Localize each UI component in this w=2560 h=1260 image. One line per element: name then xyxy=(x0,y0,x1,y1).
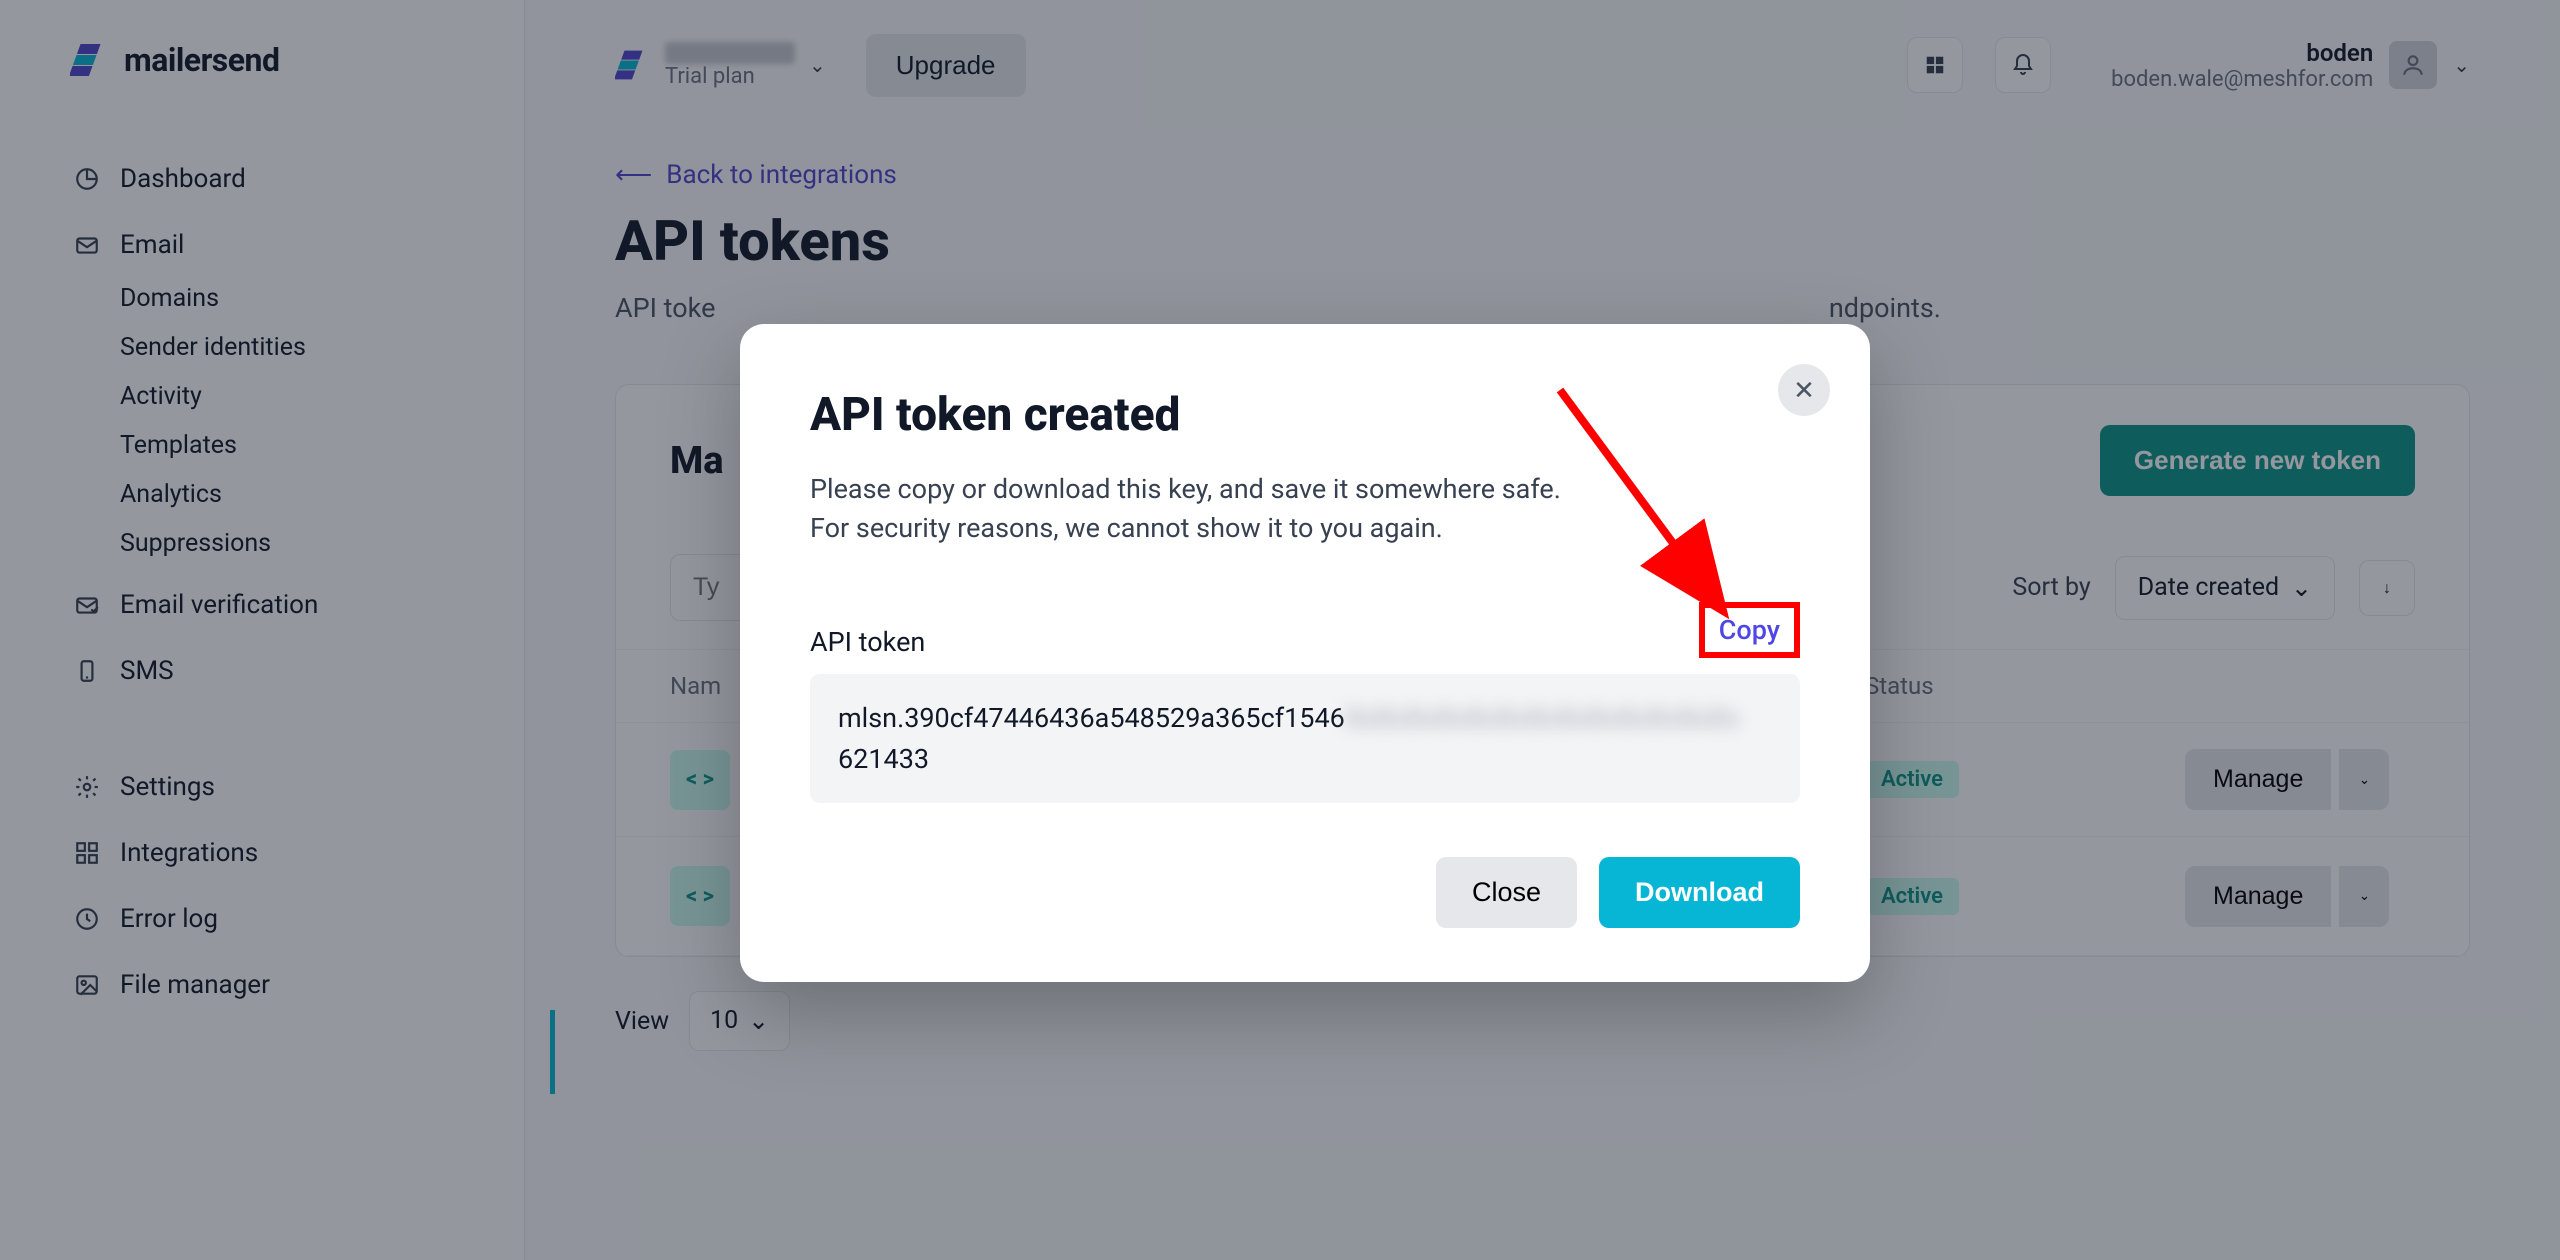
download-button[interactable]: Download xyxy=(1599,857,1800,928)
modal-description: Please copy or download this key, and sa… xyxy=(810,470,1590,548)
close-icon: ✕ xyxy=(1793,375,1815,406)
token-redacted: XxXxXxXxXxXxXxXxXxXxXxXxXx xyxy=(1345,698,1739,739)
copy-button[interactable]: Copy xyxy=(1699,602,1800,658)
token-created-modal: ✕ API token created Please copy or downl… xyxy=(740,324,1870,982)
modal-title: API token created xyxy=(810,388,1800,442)
close-button[interactable]: ✕ xyxy=(1778,364,1830,416)
token-label: API token xyxy=(810,626,925,658)
modal-close-button[interactable]: Close xyxy=(1436,857,1577,928)
token-value[interactable]: mlsn.390cf47446436a548529a365cf1546XxXxX… xyxy=(810,674,1800,803)
